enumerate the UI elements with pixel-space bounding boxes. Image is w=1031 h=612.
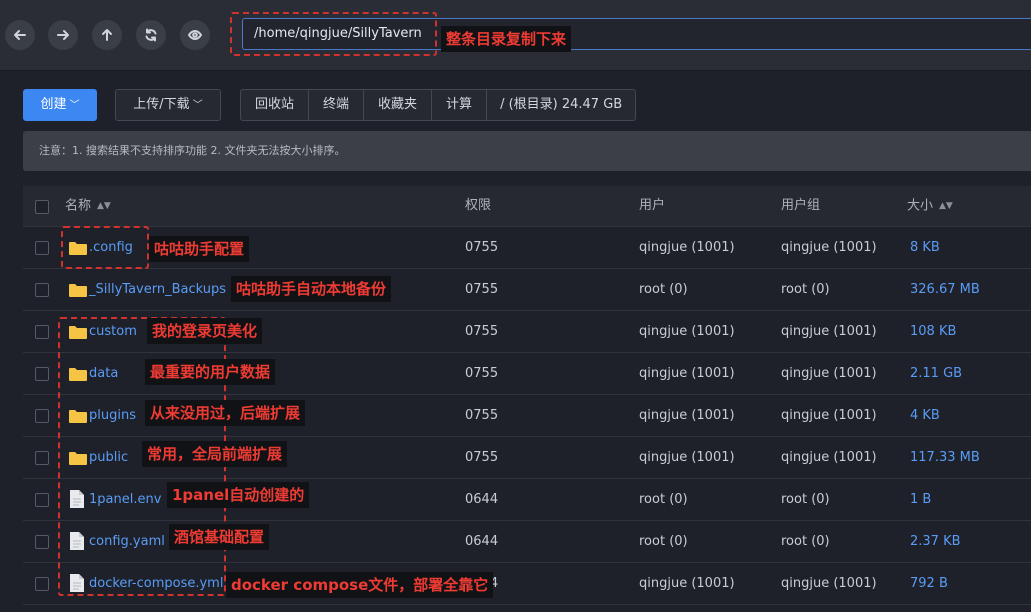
annotation-path: 整条目录复制下来 xyxy=(441,26,572,52)
forward-button[interactable] xyxy=(48,20,78,50)
column-size[interactable]: 大小 ▲▼ xyxy=(907,186,953,227)
arrow-right-icon xyxy=(57,30,69,40)
refresh-icon xyxy=(145,28,157,42)
sort-icon: ▲▼ xyxy=(97,201,111,211)
permission[interactable]: 0755 xyxy=(465,395,498,436)
owner: root (0) xyxy=(639,534,688,549)
terminal-button[interactable]: 终端 xyxy=(309,89,365,121)
create-label: 创建 xyxy=(40,97,67,112)
notice-banner: 注意：1. 搜索结果不支持排序功能 2. 文件夹无法按大小排序。 xyxy=(23,131,1031,171)
owner: root (0) xyxy=(639,282,688,297)
chevron-down-icon: ﹀ xyxy=(192,100,203,111)
owner: qingjue (1001) xyxy=(639,450,735,465)
annotation-env: 1panel自动创建的 xyxy=(167,482,310,508)
annotation-config: 咕咕助手配置 xyxy=(149,236,250,262)
view-button[interactable] xyxy=(180,20,210,50)
sort-icon: ▲▼ xyxy=(939,201,953,211)
owner-group: qingjue (1001) xyxy=(781,450,877,465)
back-button[interactable] xyxy=(5,20,35,50)
annotation-public: 常用，全局前端扩展 xyxy=(142,441,288,467)
owner: qingjue (1001) xyxy=(639,576,735,591)
file-size[interactable]: 1 B xyxy=(910,479,931,520)
file-size[interactable]: 8 KB xyxy=(910,227,940,268)
file-size[interactable]: 2.11 GB xyxy=(910,353,962,394)
column-size-label: 大小 xyxy=(907,198,934,214)
permission[interactable]: 0644 xyxy=(465,479,498,520)
table-row[interactable]: _SillyTavern_Backups 0755 root (0) root … xyxy=(23,269,1031,311)
row-checkbox[interactable] xyxy=(35,493,49,507)
column-perm: 权限 xyxy=(465,198,492,213)
owner-group: qingjue (1001) xyxy=(781,408,877,423)
owner-group: root (0) xyxy=(781,492,830,507)
file-size[interactable]: 2.37 KB xyxy=(910,521,961,562)
disk-usage-button[interactable]: / (根目录) 24.47 GB xyxy=(487,89,637,121)
toolbar-group: 回收站 终端 收藏夹 计算 / (根目录) 24.47 GB xyxy=(240,89,637,121)
annotation-plugins: 从来没用过，后端扩展 xyxy=(145,400,306,426)
row-checkbox[interactable] xyxy=(35,409,49,423)
row-checkbox[interactable] xyxy=(35,577,49,591)
refresh-button[interactable] xyxy=(136,20,166,50)
arrow-up-icon xyxy=(102,29,112,41)
folder-icon xyxy=(69,284,87,297)
file-size[interactable]: 326.67 MB xyxy=(910,269,980,310)
annotation-box-path xyxy=(230,12,437,56)
up-button[interactable] xyxy=(92,20,122,50)
eye-icon xyxy=(188,30,202,40)
column-group: 用户组 xyxy=(781,198,821,213)
owner-group: qingjue (1001) xyxy=(781,366,877,381)
permission[interactable]: 0755 xyxy=(465,437,498,478)
annotation-data: 最重要的用户数据 xyxy=(145,359,276,385)
row-checkbox[interactable] xyxy=(35,535,49,549)
permission[interactable]: 0755 xyxy=(465,353,498,394)
annotation-compose: docker compose文件，部署全靠它 xyxy=(226,572,494,598)
file-size[interactable]: 792 B xyxy=(910,563,948,604)
table-header: 名称 ▲▼ 权限 用户 用户组 大小 ▲▼ xyxy=(23,186,1031,227)
row-checkbox[interactable] xyxy=(35,241,49,255)
owner: qingjue (1001) xyxy=(639,408,735,423)
owner-group: root (0) xyxy=(781,534,830,549)
chevron-down-icon: ﹀ xyxy=(69,100,80,111)
owner: qingjue (1001) xyxy=(639,324,735,339)
row-checkbox[interactable] xyxy=(35,325,49,339)
row-checkbox[interactable] xyxy=(35,283,49,297)
annotation-custom: 我的登录页美化 xyxy=(147,318,263,344)
permission[interactable]: 0755 xyxy=(465,227,498,268)
recycle-bin-button[interactable]: 回收站 xyxy=(240,89,310,121)
file-size[interactable]: 117.33 MB xyxy=(910,437,980,478)
permission[interactable]: 0755 xyxy=(465,311,498,352)
file-size[interactable]: 4 KB xyxy=(910,395,940,436)
calculate-button[interactable]: 计算 xyxy=(432,89,488,121)
owner-group: qingjue (1001) xyxy=(781,324,877,339)
owner: qingjue (1001) xyxy=(639,366,735,381)
file-name-link[interactable]: _SillyTavern_Backups xyxy=(89,269,226,310)
owner-group: qingjue (1001) xyxy=(781,240,877,255)
annotation-backups: 咕咕助手自动本地备份 xyxy=(231,276,392,302)
owner-group: root (0) xyxy=(781,282,830,297)
permission[interactable]: 0755 xyxy=(465,269,498,310)
owner-group: qingjue (1001) xyxy=(781,576,877,591)
row-checkbox[interactable] xyxy=(35,451,49,465)
column-name-label: 名称 xyxy=(65,198,92,214)
file-size[interactable]: 108 KB xyxy=(910,311,956,352)
row-checkbox[interactable] xyxy=(35,367,49,381)
favorites-button[interactable]: 收藏夹 xyxy=(364,89,433,121)
column-user: 用户 xyxy=(639,198,666,213)
upload-download-button[interactable]: 上传/下载 ﹀ xyxy=(115,89,221,121)
annotation-yaml: 酒馆基础配置 xyxy=(169,524,270,550)
owner: qingjue (1001) xyxy=(639,240,735,255)
upload-download-label: 上传/下载 xyxy=(133,97,190,112)
select-all-checkbox[interactable] xyxy=(35,200,49,214)
column-name[interactable]: 名称 ▲▼ xyxy=(65,186,111,227)
permission[interactable]: 0644 xyxy=(465,521,498,562)
create-button[interactable]: 创建 ﹀ xyxy=(23,89,97,121)
owner: root (0) xyxy=(639,492,688,507)
arrow-left-icon xyxy=(14,30,26,40)
annotation-box-config xyxy=(61,226,149,269)
